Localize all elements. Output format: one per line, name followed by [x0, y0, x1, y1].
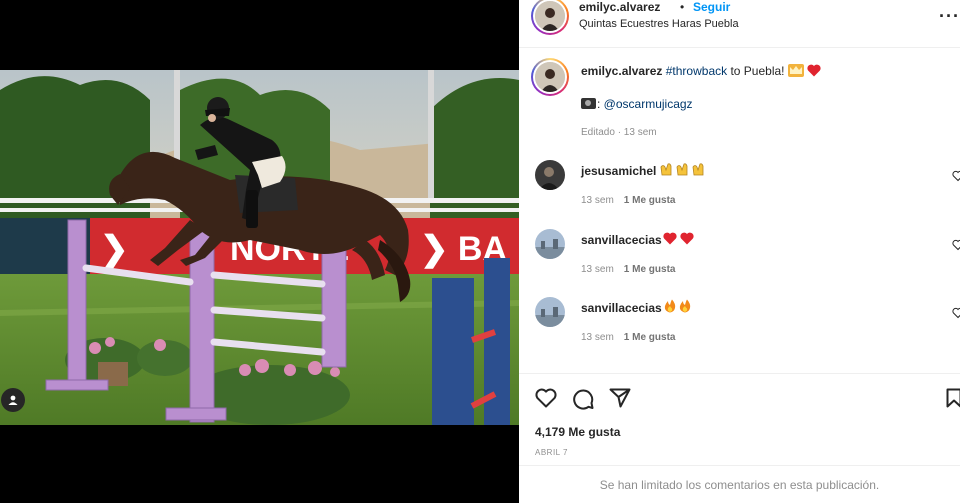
commenter-avatar[interactable]	[535, 229, 565, 259]
svg-text:❯: ❯	[100, 230, 129, 269]
avatar-image	[535, 62, 565, 92]
post-details-panel: emilyc.alvarez • Seguir Quintas Ecuestre…	[519, 0, 960, 503]
raising-hands-icon	[660, 163, 704, 176]
comment-time: 13 sem	[581, 195, 614, 206]
crown-icon	[787, 64, 804, 77]
camera-icon	[581, 98, 596, 109]
comment-like-heart-icon[interactable]	[952, 170, 960, 182]
red-heart-icon	[663, 232, 694, 245]
post-location[interactable]: Quintas Ecuestres Haras Puebla	[579, 18, 739, 30]
comment-item: sanvillacecias 13 sem 1 Me gusta	[519, 297, 960, 357]
post-actions-bar: 4,179 Me gusta ABRIL 7 Se han limitado l…	[519, 373, 960, 503]
comment-meta: 13 sem 1 Me gusta	[581, 332, 675, 343]
caption-username[interactable]: emilyc.alvarez	[581, 64, 662, 78]
comment-likes[interactable]: 1 Me gusta	[624, 264, 676, 275]
commenter-avatar[interactable]	[535, 297, 565, 327]
comment-text	[663, 299, 693, 314]
comment-time: 13 sem	[581, 264, 614, 275]
user-tag-icon	[8, 395, 18, 405]
comment-time: 13 sem	[581, 332, 614, 343]
show-jumping-photo: ❯ NORTE ❯ BA	[0, 70, 519, 425]
caption-text: emilyc.alvarez #throwback to Puebla!	[581, 64, 821, 78]
more-options-icon[interactable]: ···	[939, 6, 960, 27]
author-username[interactable]: emilyc.alvarez	[579, 0, 660, 14]
comment-item: sanvillacecias 13 sem 1 Me gusta	[519, 229, 960, 289]
post-media[interactable]: ❯ NORTE ❯ BA	[0, 0, 519, 503]
user-tag-button[interactable]	[1, 388, 25, 412]
caption-body: to Puebla!	[727, 64, 788, 78]
post-date[interactable]: ABRIL 7	[535, 448, 568, 457]
credit-prefix: :	[597, 97, 604, 111]
likes-count[interactable]: 4,179 Me gusta	[535, 425, 620, 439]
red-heart-icon	[807, 64, 821, 77]
caption-hashtag[interactable]: #throwback	[666, 64, 727, 78]
comment-likes[interactable]: 1 Me gusta	[624, 195, 676, 206]
comment-likes[interactable]: 1 Me gusta	[624, 332, 676, 343]
comment-text	[660, 162, 708, 177]
caption-author-avatar[interactable]	[531, 58, 569, 96]
comments-limited-notice: Se han limitado los comentarios en esta …	[519, 465, 960, 503]
comment-like-heart-icon[interactable]	[952, 307, 960, 319]
comment-username[interactable]: jesusamichel	[581, 164, 656, 178]
comment-text	[663, 231, 695, 246]
comment-meta: 13 sem 1 Me gusta	[581, 264, 675, 275]
comment-username[interactable]: sanvillacecias	[581, 301, 662, 315]
avatar-image	[535, 1, 565, 31]
comment-like-heart-icon[interactable]	[952, 239, 960, 251]
share-icon[interactable]	[609, 388, 631, 408]
caption-credit: : @oscarmujicagz	[581, 97, 693, 111]
commenter-avatar[interactable]	[535, 160, 565, 190]
credit-handle[interactable]: @oscarmujicagz	[604, 97, 693, 111]
author-avatar[interactable]	[531, 0, 569, 35]
comment-username[interactable]: sanvillacecias	[581, 233, 662, 247]
post-photo[interactable]: ❯ NORTE ❯ BA	[0, 70, 519, 425]
fire-icon	[664, 299, 691, 313]
follow-button[interactable]: Seguir	[693, 0, 730, 14]
heart-icon[interactable]	[535, 388, 557, 408]
caption-edited-time: Editado · 13 sem	[581, 127, 657, 138]
post-header: emilyc.alvarez • Seguir Quintas Ecuestre…	[519, 0, 960, 48]
comment-item: jesusamichel 13 sem 1 Me gusta	[519, 160, 960, 220]
bookmark-icon[interactable]	[946, 388, 960, 408]
comment-meta: 13 sem 1 Me gusta	[581, 195, 675, 206]
separator-dot: •	[680, 0, 685, 14]
comment-icon[interactable]	[572, 388, 594, 410]
